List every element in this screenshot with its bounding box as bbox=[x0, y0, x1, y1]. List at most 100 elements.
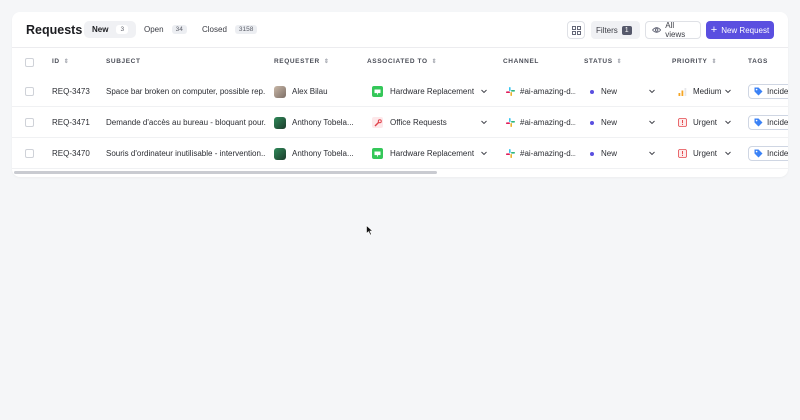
requester-name: Anthony Tobela... bbox=[292, 149, 354, 158]
tag-label: Incide bbox=[767, 87, 788, 96]
status-dot bbox=[590, 89, 594, 94]
status-label: New bbox=[601, 87, 618, 96]
request-id: REQ-3471 bbox=[52, 118, 90, 127]
chevron-down-icon[interactable] bbox=[724, 149, 732, 157]
requester[interactable]: Anthony Tobela... bbox=[274, 107, 359, 138]
tag-badge[interactable]: Incide bbox=[748, 84, 788, 99]
requests-card: Requests New 3 Open 34 Closed 3158 Filte… bbox=[12, 12, 788, 177]
new-request-label: New Request bbox=[721, 25, 770, 35]
associated-to[interactable]: Hardware Replacement bbox=[372, 138, 482, 169]
channel[interactable]: #ai-amazing-d... bbox=[506, 138, 576, 169]
column-subject-label: SUBJECT bbox=[106, 58, 141, 65]
horizontal-scrollbar[interactable] bbox=[14, 171, 437, 174]
channel[interactable]: #ai-amazing-d... bbox=[506, 107, 576, 138]
status[interactable]: New bbox=[590, 76, 640, 107]
row-checkbox[interactable] bbox=[25, 149, 34, 158]
chevron-down-icon[interactable] bbox=[724, 118, 732, 126]
tag-icon bbox=[754, 87, 763, 96]
table-row[interactable]: REQ-3470 Souris d'ordinateur inutilisabl… bbox=[12, 138, 788, 169]
sort-icon: ⇕ bbox=[711, 59, 718, 65]
new-request-button[interactable]: + New Request bbox=[706, 21, 774, 39]
column-tags-label: TAGS bbox=[748, 58, 768, 65]
column-priority[interactable]: PRIORITY ⇕ bbox=[672, 58, 717, 65]
column-channel: CHANNEL bbox=[503, 58, 539, 65]
table-row[interactable]: REQ-3471 Demande d'accès au bureau - blo… bbox=[12, 107, 788, 138]
row-checkbox[interactable] bbox=[25, 87, 34, 96]
column-channel-label: CHANNEL bbox=[503, 58, 539, 65]
grid-icon bbox=[571, 25, 581, 35]
associated-label: Hardware Replacement bbox=[390, 87, 475, 96]
tab-closed[interactable]: Closed 3158 bbox=[194, 21, 265, 38]
priority-label: Urgent bbox=[693, 149, 718, 158]
all-views-label: All views bbox=[665, 21, 686, 39]
column-status-label: STATUS bbox=[584, 58, 613, 65]
tab-open[interactable]: Open 34 bbox=[136, 21, 195, 38]
tag-label: Incide bbox=[767, 118, 788, 127]
row-checkbox[interactable] bbox=[25, 118, 34, 127]
tab-closed-count: 3158 bbox=[234, 25, 258, 34]
column-requester-label: REQUESTER bbox=[274, 58, 320, 65]
chevron-down-icon[interactable] bbox=[648, 149, 656, 157]
priority[interactable]: Medium bbox=[678, 76, 724, 107]
request-subject[interactable]: Demande d'accès au bureau - bloquant pou… bbox=[106, 107, 266, 138]
avatar bbox=[274, 116, 286, 129]
chevron-down-icon[interactable] bbox=[648, 87, 656, 95]
alert-icon bbox=[678, 118, 687, 127]
channel-name: #ai-amazing-d... bbox=[520, 87, 576, 96]
tab-new[interactable]: New 3 bbox=[84, 21, 137, 38]
table-row[interactable]: REQ-3473 Space bar broken on computer, p… bbox=[12, 76, 788, 107]
request-subject[interactable]: Space bar broken on computer, possible r… bbox=[106, 76, 266, 107]
avatar bbox=[274, 147, 286, 160]
sort-icon: ⇕ bbox=[616, 59, 623, 65]
column-id[interactable]: ID ⇕ bbox=[52, 58, 69, 65]
chevron-down-icon[interactable] bbox=[648, 118, 656, 126]
channel-name: #ai-amazing-d... bbox=[520, 149, 576, 158]
chevron-down-icon[interactable] bbox=[480, 87, 488, 95]
column-id-label: ID bbox=[52, 58, 60, 65]
chevron-down-icon[interactable] bbox=[480, 118, 488, 126]
mouse-pointer-icon bbox=[366, 225, 374, 236]
requester[interactable]: Alex Bilau bbox=[274, 76, 359, 107]
associated-to[interactable]: Hardware Replacement bbox=[372, 76, 482, 107]
monitor-icon bbox=[372, 148, 383, 159]
avatar bbox=[274, 85, 286, 98]
priority[interactable]: Urgent bbox=[678, 107, 724, 138]
tab-new-count: 3 bbox=[116, 25, 129, 34]
alert-icon bbox=[678, 149, 687, 158]
tag-badge[interactable]: Incide bbox=[748, 146, 788, 161]
chevron-down-icon[interactable] bbox=[480, 149, 488, 157]
column-subject: SUBJECT bbox=[106, 58, 141, 65]
eye-icon bbox=[652, 27, 662, 33]
status[interactable]: New bbox=[590, 107, 640, 138]
sort-icon: ⇕ bbox=[431, 59, 438, 65]
request-id: REQ-3473 bbox=[52, 87, 90, 96]
status-dot bbox=[590, 120, 594, 125]
channel-name: #ai-amazing-d... bbox=[520, 118, 576, 127]
slack-icon bbox=[506, 118, 515, 127]
channel[interactable]: #ai-amazing-d... bbox=[506, 76, 576, 107]
chevron-down-icon[interactable] bbox=[724, 87, 732, 95]
status-label: New bbox=[601, 149, 618, 158]
requests-header: Requests New 3 Open 34 Closed 3158 Filte… bbox=[12, 12, 788, 48]
priority[interactable]: Urgent bbox=[678, 138, 724, 169]
sort-icon: ⇕ bbox=[63, 59, 70, 65]
associated-label: Hardware Replacement bbox=[390, 149, 475, 158]
column-status[interactable]: STATUS ⇕ bbox=[584, 58, 622, 65]
all-views-button[interactable]: All views bbox=[645, 21, 701, 39]
select-all-checkbox[interactable] bbox=[25, 58, 34, 67]
tag-badge[interactable]: Incide bbox=[748, 115, 788, 130]
sort-icon: ⇕ bbox=[323, 59, 330, 65]
status-dot bbox=[590, 151, 594, 156]
request-subject[interactable]: Souris d'ordinateur inutilisable - inter… bbox=[106, 138, 266, 169]
grid-view-button[interactable] bbox=[567, 21, 585, 39]
tab-open-count: 34 bbox=[171, 25, 187, 34]
column-requester[interactable]: REQUESTER ⇕ bbox=[274, 58, 330, 65]
associated-to[interactable]: Office Requests bbox=[372, 107, 482, 138]
filters-button[interactable]: Filters 1 bbox=[591, 21, 640, 39]
column-priority-label: PRIORITY bbox=[672, 58, 708, 65]
requester[interactable]: Anthony Tobela... bbox=[274, 138, 359, 169]
column-associated[interactable]: ASSOCIATED TO ⇕ bbox=[367, 58, 437, 65]
status[interactable]: New bbox=[590, 138, 640, 169]
associated-label: Office Requests bbox=[390, 118, 447, 127]
column-associated-label: ASSOCIATED TO bbox=[367, 58, 428, 65]
